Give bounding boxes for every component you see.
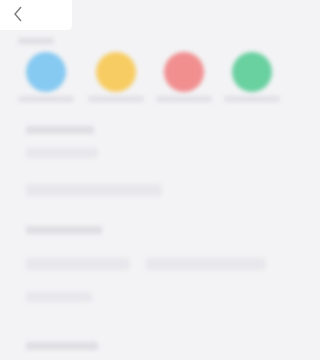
back-button[interactable] bbox=[8, 4, 28, 24]
list-item[interactable] bbox=[146, 258, 266, 270]
red-circle-icon[interactable] bbox=[164, 52, 204, 92]
section-heading bbox=[26, 126, 94, 134]
circle-label bbox=[18, 96, 74, 102]
circle-label bbox=[224, 96, 280, 102]
top-bar bbox=[0, 0, 72, 30]
list-item[interactable] bbox=[26, 184, 162, 196]
section-label-top bbox=[18, 38, 54, 44]
section-heading bbox=[26, 342, 98, 350]
list-item[interactable] bbox=[26, 258, 130, 270]
list-item[interactable] bbox=[26, 148, 98, 158]
chevron-left-icon bbox=[14, 6, 22, 22]
yellow-circle-icon[interactable] bbox=[96, 52, 136, 92]
circle-label bbox=[88, 96, 144, 102]
blue-circle-icon[interactable] bbox=[26, 52, 66, 92]
blurred-content bbox=[0, 30, 297, 360]
section-heading bbox=[26, 226, 102, 234]
list-item[interactable] bbox=[26, 292, 92, 302]
green-circle-icon[interactable] bbox=[232, 52, 272, 92]
circle-label bbox=[156, 96, 212, 102]
